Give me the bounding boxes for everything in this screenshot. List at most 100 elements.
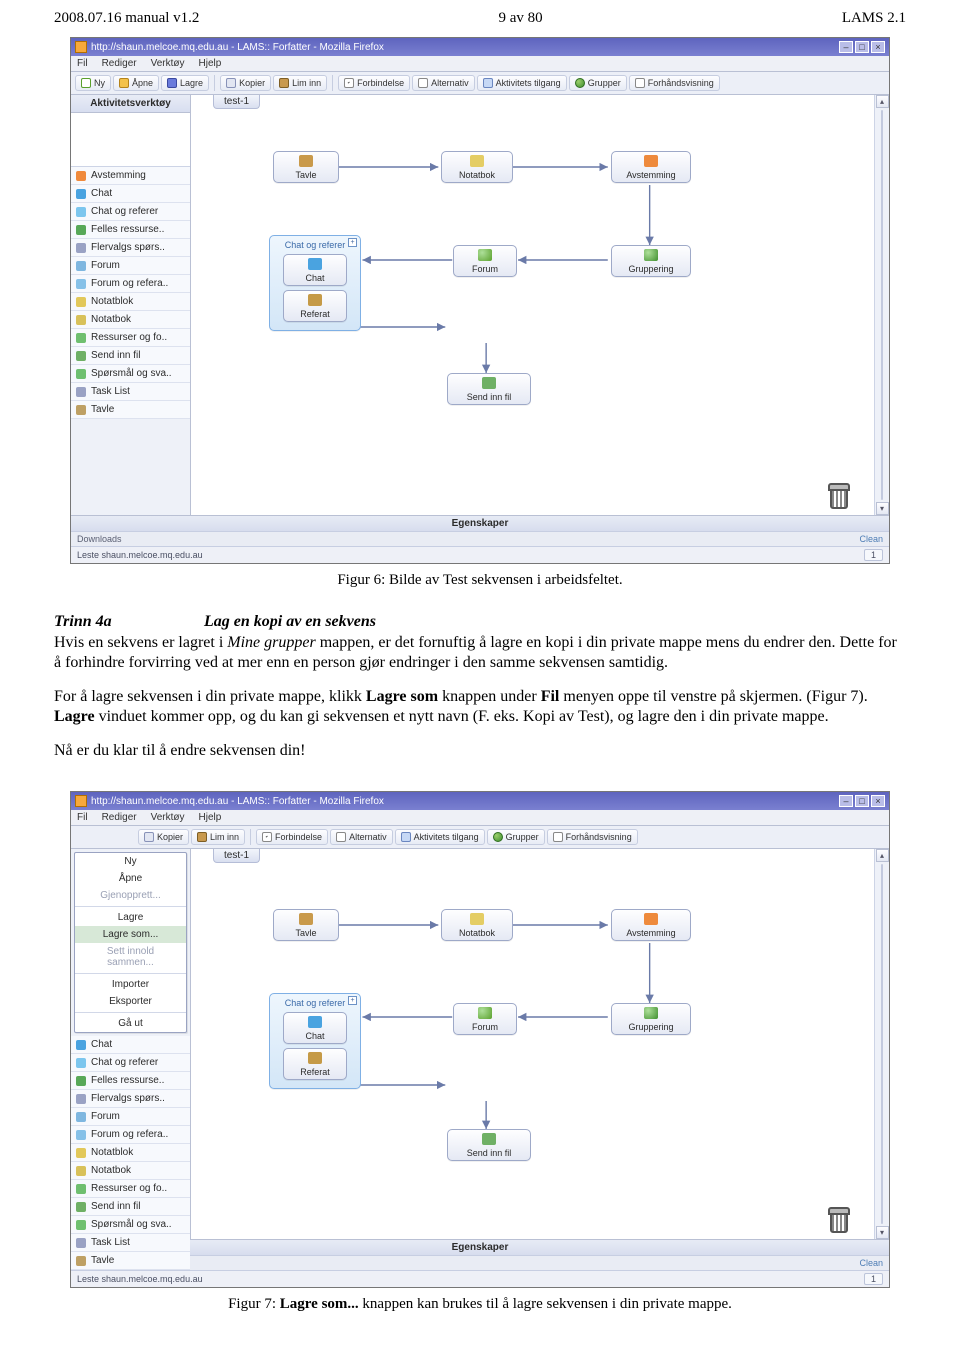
sidebar-item-tasklist[interactable]: Task List xyxy=(71,1234,190,1252)
tb-lim-button[interactable]: Lim inn xyxy=(273,75,327,91)
sidebar-item-felles[interactable]: Felles ressurse.. xyxy=(71,221,190,239)
node-forum[interactable]: Forum xyxy=(453,1003,517,1035)
tb-lagre-button[interactable]: Lagre xyxy=(161,75,209,91)
maximize-button[interactable]: □ xyxy=(855,795,869,807)
scroll-up-icon[interactable]: ▴ xyxy=(876,95,889,108)
minimize-button[interactable]: – xyxy=(839,795,853,807)
sidebar-item-tavle[interactable]: Tavle xyxy=(71,401,190,419)
tb-tilgang-button[interactable]: Aktivitets tilgang xyxy=(477,75,567,91)
sidebar-item-forumref[interactable]: Forum og refera.. xyxy=(71,1126,190,1144)
sidebar-item-sporsmal[interactable]: Spørsmål og sva.. xyxy=(71,1216,190,1234)
tb-forhand-button[interactable]: Forhåndsvisning xyxy=(629,75,720,91)
sidebar-item-forumref[interactable]: Forum og refera.. xyxy=(71,275,190,293)
tb-grupper-button[interactable]: Grupper xyxy=(569,75,627,91)
scroll-up-icon[interactable]: ▴ xyxy=(876,849,889,862)
sidebar-item-chat[interactable]: Chat xyxy=(71,1036,190,1054)
canvas[interactable]: test-1 xyxy=(191,95,874,515)
menu-hjelp[interactable]: Hjelp xyxy=(199,58,222,69)
minimize-button[interactable]: – xyxy=(839,41,853,53)
close-button[interactable]: × xyxy=(871,795,885,807)
tb-ny-button[interactable]: Ny xyxy=(75,75,111,91)
tb-apne-button[interactable]: Åpne xyxy=(113,75,159,91)
sidebar-item-notatbok[interactable]: Notatbok xyxy=(71,1162,190,1180)
tb-kopier-button[interactable]: Kopier xyxy=(138,829,189,845)
sidebar-item-flervalg[interactable]: Flervalgs spørs.. xyxy=(71,239,190,257)
properties-bar[interactable]: Egenskaper xyxy=(71,1239,889,1255)
menu-verktoy[interactable]: Verktøy xyxy=(151,58,185,69)
sidebar-item-notatblok[interactable]: Notatblok xyxy=(71,1144,190,1162)
node-forum[interactable]: Forum xyxy=(453,245,517,277)
node-tavle[interactable]: Tavle xyxy=(273,151,339,183)
vertical-scrollbar[interactable]: ▴ ▾ xyxy=(874,849,889,1239)
expand-icon[interactable]: + xyxy=(348,238,357,247)
node-avstemming[interactable]: Avstemming xyxy=(611,151,691,183)
sidebar-item-chatref[interactable]: Chat og referer xyxy=(71,1054,190,1072)
tb-forhand-button[interactable]: Forhåndsvisning xyxy=(547,829,638,845)
node-referat[interactable]: Referat xyxy=(283,1048,347,1080)
node-notatbok[interactable]: Notatbok xyxy=(441,909,513,941)
sidebar-item-avstemming[interactable]: Avstemming xyxy=(71,167,190,185)
sidebar-item-ressurser[interactable]: Ressurser og fo.. xyxy=(71,1180,190,1198)
node-chat[interactable]: Chat xyxy=(283,1012,347,1044)
sidebar-item-sendfil[interactable]: Send inn fil xyxy=(71,347,190,365)
menu-fil[interactable]: Fil xyxy=(77,812,88,823)
menu-rediger[interactable]: Rediger xyxy=(102,812,137,823)
menu-fil[interactable]: Fil xyxy=(77,58,88,69)
menu-item-apne[interactable]: Åpne xyxy=(75,870,186,887)
tb-tilgang-button[interactable]: Aktivitets tilgang xyxy=(395,829,485,845)
menu-item-lagre[interactable]: Lagre xyxy=(75,909,186,926)
node-gruppering[interactable]: Gruppering xyxy=(611,1003,691,1035)
menu-item-gaut[interactable]: Gå ut xyxy=(75,1015,186,1032)
tb-forbindelse-button[interactable]: Forbindelse xyxy=(256,829,328,845)
sidebar-item-flervalg[interactable]: Flervalgs spørs.. xyxy=(71,1090,190,1108)
scroll-down-icon[interactable]: ▾ xyxy=(876,502,889,515)
node-referat[interactable]: Referat xyxy=(283,290,347,322)
sidebar-item-forum[interactable]: Forum xyxy=(71,257,190,275)
tb-forbindelse-button[interactable]: Forbindelse xyxy=(338,75,410,91)
maximize-button[interactable]: □ xyxy=(855,41,869,53)
menu-rediger[interactable]: Rediger xyxy=(102,58,137,69)
trash-icon[interactable] xyxy=(828,483,850,509)
menu-item-ny[interactable]: Ny xyxy=(75,853,186,870)
clean-link[interactable]: Clean xyxy=(859,534,883,544)
menu-item-gjenopprett[interactable]: Gjenopprett... xyxy=(75,887,186,904)
menu-verktoy[interactable]: Verktøy xyxy=(151,812,185,823)
sidebar-item-ressurser[interactable]: Ressurser og fo.. xyxy=(71,329,190,347)
sidebar-item-tavle[interactable]: Tavle xyxy=(71,1252,190,1270)
sidebar-item-notatblok[interactable]: Notatblok xyxy=(71,293,190,311)
sidebar-item-notatbok[interactable]: Notatbok xyxy=(71,311,190,329)
vertical-scrollbar[interactable]: ▴ ▾ xyxy=(874,95,889,515)
sidebar-item-forum[interactable]: Forum xyxy=(71,1108,190,1126)
node-notatbok[interactable]: Notatbok xyxy=(441,151,513,183)
menu-item-lagre-som[interactable]: Lagre som... xyxy=(75,926,186,943)
properties-bar[interactable]: Egenskaper xyxy=(71,515,889,531)
sidebar-item-chatref[interactable]: Chat og referer xyxy=(71,203,190,221)
scroll-thumb[interactable] xyxy=(881,110,883,500)
tb-grupper-button[interactable]: Grupper xyxy=(487,829,545,845)
menu-item-eksporter[interactable]: Eksporter xyxy=(75,993,186,1010)
sequence-tab[interactable]: test-1 xyxy=(213,849,260,863)
sidebar-item-sendfil[interactable]: Send inn fil xyxy=(71,1198,190,1216)
node-sendfil[interactable]: Send inn fil xyxy=(447,373,531,405)
expand-icon[interactable]: + xyxy=(348,996,357,1005)
clean-link[interactable]: Clean xyxy=(859,1258,883,1268)
node-gruppering[interactable]: Gruppering xyxy=(611,245,691,277)
trash-icon[interactable] xyxy=(828,1207,850,1233)
tb-alternativ-button[interactable]: Alternativ xyxy=(330,829,393,845)
menu-hjelp[interactable]: Hjelp xyxy=(199,812,222,823)
sidebar-item-tasklist[interactable]: Task List xyxy=(71,383,190,401)
tb-lim-button[interactable]: Lim inn xyxy=(191,829,245,845)
sequence-tab[interactable]: test-1 xyxy=(213,95,260,109)
node-chat-referer[interactable]: + Chat og referer Chat Referat xyxy=(269,235,361,331)
canvas[interactable]: test-1 xyxy=(191,849,874,1239)
sidebar-item-sporsmal[interactable]: Spørsmål og sva.. xyxy=(71,365,190,383)
sidebar-item-chat[interactable]: Chat xyxy=(71,185,190,203)
node-chat[interactable]: Chat xyxy=(283,254,347,286)
sidebar-item-felles[interactable]: Felles ressurse.. xyxy=(71,1072,190,1090)
scroll-thumb[interactable] xyxy=(881,864,883,1224)
node-avstemming[interactable]: Avstemming xyxy=(611,909,691,941)
menu-item-importer[interactable]: Importer xyxy=(75,976,186,993)
tb-kopier-button[interactable]: Kopier xyxy=(220,75,271,91)
close-button[interactable]: × xyxy=(871,41,885,53)
scroll-down-icon[interactable]: ▾ xyxy=(876,1226,889,1239)
